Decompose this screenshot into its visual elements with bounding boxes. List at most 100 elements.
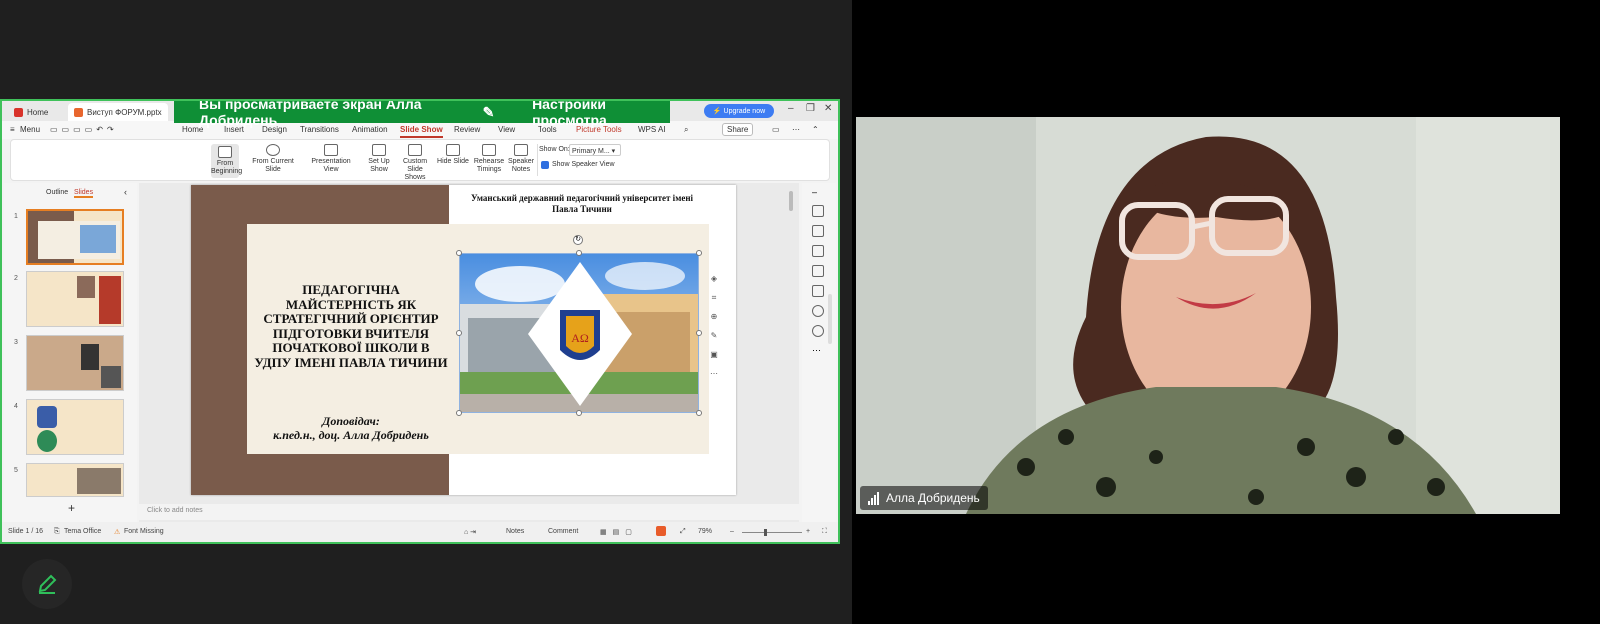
show-on-value: Primary M...	[572, 148, 610, 155]
tab-home[interactable]: Home	[8, 103, 54, 121]
speaker-notes-button[interactable]: Speaker Notes	[507, 144, 535, 174]
show-on-select[interactable]: Primary M... ▾	[569, 144, 621, 156]
tab-document[interactable]: Виступ ФОРУМ.pptx	[68, 103, 168, 121]
zoom-in-icon[interactable]: +	[806, 528, 810, 535]
view-settings-button[interactable]: Настройки просмотра	[532, 101, 670, 128]
slide-title[interactable]: ПЕДАГОГІЧНА МАЙСТЕРНІСТЬ ЯК СТРАТЕГІЧНИЙ…	[253, 282, 449, 370]
tab-label: Виступ ФОРУМ.pptx	[87, 107, 162, 117]
notes-toggle[interactable]: Notes	[506, 528, 524, 535]
zoom-slider[interactable]	[742, 532, 802, 533]
comment-icon[interactable]: ▭	[772, 125, 780, 134]
share-button[interactable]: Share	[722, 123, 754, 136]
theme-name[interactable]: Tema Office	[64, 528, 101, 535]
view-mode-icons[interactable]: ▦▤▢	[600, 528, 638, 536]
play-icon	[266, 144, 280, 156]
slide-speaker-block[interactable]: Доповідач: к.пед.н., доц. Алла Добридень	[253, 414, 449, 442]
magic-icon[interactable]	[812, 205, 824, 217]
slide-number: 1	[14, 213, 18, 220]
rotate-icon[interactable]: ↻	[573, 235, 583, 245]
rehearse-timings-label: Rehearse Timings	[473, 158, 505, 173]
resize-handle[interactable]	[696, 410, 702, 416]
minus-icon[interactable]: –	[812, 187, 824, 199]
history-icon[interactable]	[812, 305, 824, 317]
menu-button[interactable]: Menu	[20, 125, 40, 134]
resize-handle[interactable]	[576, 410, 582, 416]
restore-icon[interactable]: ❐	[806, 103, 815, 114]
search-icon[interactable]: ⌕	[684, 125, 688, 135]
ribbon-divider	[537, 144, 538, 176]
tab-view[interactable]: View	[498, 125, 515, 134]
upgrade-button[interactable]: ⚡ Upgrade now	[704, 104, 774, 118]
more-options-icon[interactable]: ⋯	[707, 364, 721, 383]
zoom-icon[interactable]: ⊕	[707, 307, 721, 326]
from-current-button[interactable]: From Current Slide	[245, 144, 301, 174]
quick-access-icons[interactable]: ▭▭▭▭↶↷	[50, 125, 118, 134]
copy-icon[interactable]	[812, 245, 824, 257]
presentation-icon	[324, 144, 338, 156]
resize-handle[interactable]	[456, 250, 462, 256]
more-tools-icon[interactable]: ⋯	[812, 345, 824, 357]
resize-handle[interactable]	[456, 410, 462, 416]
close-icon[interactable]: ✕	[824, 103, 832, 114]
shared-screen-pane: Home Виступ ФОРУМ.pptx ⚡ Upgrade now – ❐…	[0, 0, 852, 624]
slide-thumbnail-5[interactable]	[26, 463, 124, 497]
presentation-view-button[interactable]: Presentation View	[305, 144, 357, 174]
show-speaker-view-checkbox[interactable]	[541, 161, 549, 169]
status-tool-icons[interactable]: ⌂ ⇥	[464, 528, 476, 536]
layers-icon[interactable]: ◈	[707, 269, 721, 288]
edit-picture-icon[interactable]: ✎	[707, 326, 721, 345]
speaker-label: Доповідач:	[322, 414, 380, 428]
campus-image: ΑΩ	[460, 254, 698, 412]
zoom-slider-thumb[interactable]	[764, 529, 767, 536]
collapse-icon[interactable]: ⌃	[812, 125, 819, 134]
slide-thumbnail-4[interactable]	[26, 399, 124, 455]
slide-thumbnail-3[interactable]	[26, 335, 124, 391]
participant-video[interactable]	[856, 117, 1560, 514]
add-slide-icon[interactable]: +	[68, 501, 75, 515]
shape-icon[interactable]	[812, 225, 824, 237]
hamburger-icon[interactable]: ≡	[10, 125, 15, 134]
hide-slide-button[interactable]: Hide Slide	[437, 144, 469, 166]
resize-handle[interactable]	[576, 250, 582, 256]
slide-canvas: Уманський державний педагогічний універс…	[139, 183, 799, 523]
slide-number: 5	[14, 467, 18, 474]
university-photo[interactable]: ΑΩ	[459, 253, 699, 413]
from-beginning-button[interactable]: From Beginning	[211, 144, 242, 178]
fullscreen-icon[interactable]: ⛶	[822, 528, 827, 536]
set-up-show-button[interactable]: Set Up Show	[367, 144, 391, 174]
minimize-icon[interactable]: –	[788, 103, 794, 114]
notes-area[interactable]: Click to add notes	[139, 504, 799, 520]
resize-handle[interactable]	[456, 330, 462, 336]
fit-icon[interactable]: ⤢	[680, 528, 686, 536]
more-icon[interactable]: ⋯	[792, 125, 800, 134]
zoom-out-icon[interactable]: –	[730, 528, 734, 535]
slides-tab[interactable]: Slides	[74, 189, 94, 198]
slide-thumbnail-1[interactable]	[26, 209, 124, 265]
resize-handle[interactable]	[696, 330, 702, 336]
slides-panel: Outline Slides ‹ 1 2 3 4 5 +	[4, 183, 137, 523]
comment-toggle[interactable]: Comment	[548, 528, 578, 535]
wps-icon	[14, 107, 23, 117]
svg-text:ΑΩ: ΑΩ	[571, 331, 589, 345]
rehearse-timings-button[interactable]: Rehearse Timings	[473, 144, 505, 174]
star-icon[interactable]	[812, 265, 824, 277]
zoom-level[interactable]: 79%	[698, 528, 712, 535]
play-slideshow-icon[interactable]	[656, 526, 666, 536]
pane-resize-handle[interactable]	[828, 294, 832, 344]
crop-icon[interactable]: ⌗	[707, 288, 721, 307]
vertical-scrollbar[interactable]	[789, 191, 793, 211]
resize-handle[interactable]	[696, 250, 702, 256]
annotate-button[interactable]	[22, 559, 72, 609]
custom-slide-shows-button[interactable]: Custom Slide Shows	[397, 144, 433, 182]
picture-float-toolbar: ◈ ⌗ ⊕ ✎ ▣ ⋯	[707, 269, 721, 385]
outline-tab[interactable]: Outline	[46, 189, 68, 196]
help-icon[interactable]	[812, 325, 824, 337]
collapse-panel-icon[interactable]: ‹	[124, 187, 127, 197]
slide-number: 3	[14, 339, 18, 346]
font-missing[interactable]: Font Missing	[124, 528, 164, 535]
show-speaker-view-label: Show Speaker View	[552, 161, 615, 168]
current-slide: Уманський державний педагогічний універс…	[191, 185, 736, 495]
slide-thumbnail-2[interactable]	[26, 271, 124, 327]
picture-icon[interactable]: ▣	[707, 345, 721, 364]
settings-icon[interactable]	[812, 285, 824, 297]
